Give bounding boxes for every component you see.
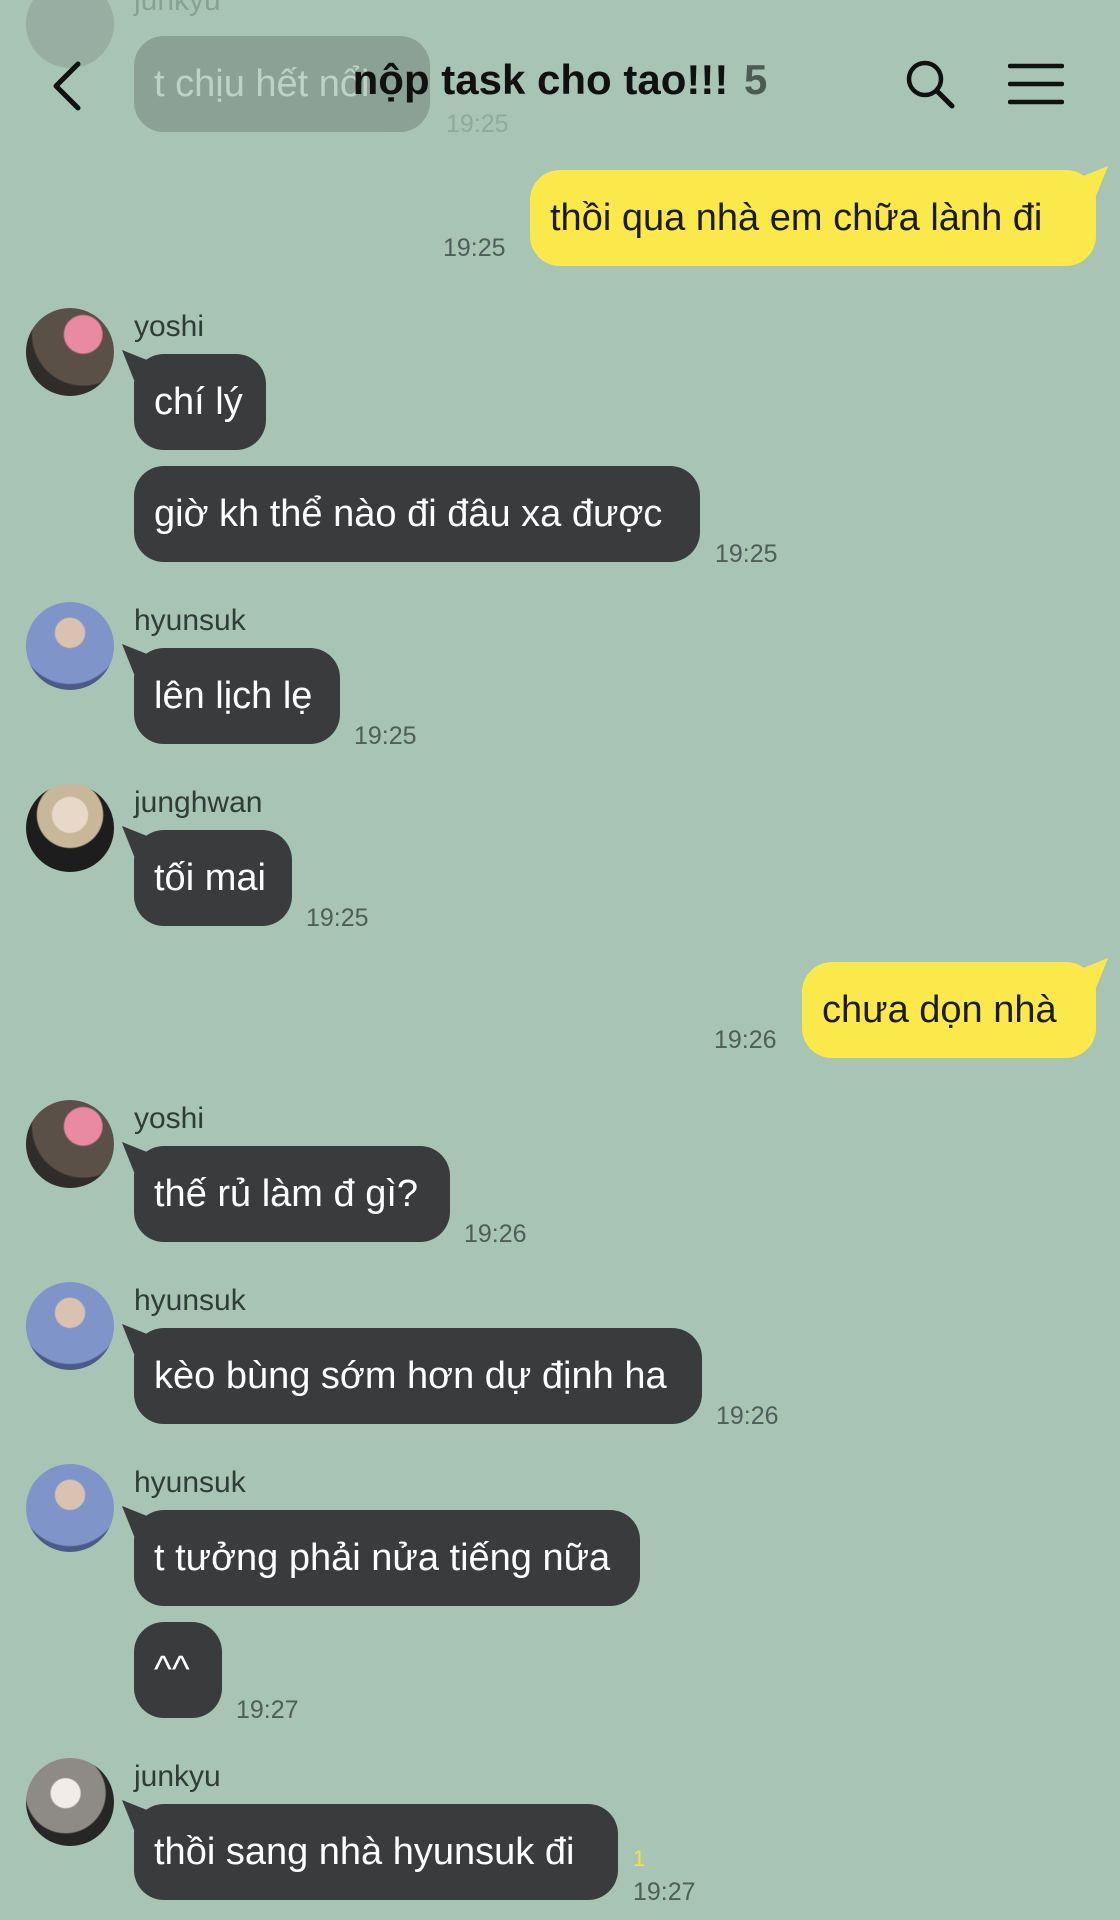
message-bubble[interactable]: lên lịch lẹ xyxy=(134,648,340,744)
message-bubble[interactable]: t tưởng phải nửa tiếng nữa xyxy=(134,1510,640,1606)
message-text: tối mai xyxy=(154,857,266,899)
sender-name: hyunsuk xyxy=(134,1466,246,1499)
message-text: thồi qua nhà em chữa lành đi xyxy=(550,197,1043,239)
message-bubble[interactable]: thế rủ làm đ gì? xyxy=(134,1146,450,1242)
menu-button[interactable] xyxy=(1007,62,1065,106)
sender-name: yoshi xyxy=(134,1102,205,1135)
message-bubble[interactable]: kèo bùng sớm hơn dự định ha xyxy=(134,1328,702,1424)
sender-name: junkyu xyxy=(134,1760,221,1793)
sender-name: junkyu xyxy=(134,0,221,17)
message-text: kèo bùng sớm hơn dự định ha xyxy=(154,1355,667,1397)
search-icon xyxy=(906,60,955,109)
message-bubble[interactable]: thồi sang nhà hyunsuk đi xyxy=(134,1804,618,1900)
message-time: 19:25 xyxy=(306,904,369,932)
message-bubble[interactable]: tối mai xyxy=(134,830,292,926)
message-time: 19:25 xyxy=(354,722,417,750)
avatar-hyunsuk[interactable] xyxy=(26,1282,114,1370)
sender-name: yoshi xyxy=(134,310,205,343)
message-text: thồi sang nhà hyunsuk đi xyxy=(154,1831,575,1873)
message-text: thế rủ làm đ gì? xyxy=(154,1173,419,1215)
avatar-junghwan[interactable] xyxy=(26,784,114,872)
message-time: 19:27 xyxy=(236,1696,299,1724)
avatar-hyunsuk[interactable] xyxy=(26,602,114,690)
member-count: 5 xyxy=(743,56,768,103)
avatar-yoshi[interactable] xyxy=(26,308,114,396)
message-bubble[interactable]: thồi qua nhà em chữa lành đi xyxy=(530,170,1096,266)
chat-name: nộp task cho tao!!! xyxy=(352,56,729,103)
message-text: ^^ xyxy=(154,1649,190,1691)
message-time: 19:27 xyxy=(633,1878,696,1906)
message-time: 19:26 xyxy=(464,1220,527,1248)
message-bubble[interactable]: ^^ xyxy=(134,1622,222,1718)
avatar-junkyu[interactable] xyxy=(26,1758,114,1846)
sender-name: junghwan xyxy=(134,786,263,819)
hamburger-menu-icon xyxy=(1007,63,1065,105)
message-time: 19:26 xyxy=(716,1402,779,1430)
message-bubble[interactable]: chưa dọn nhà xyxy=(802,962,1096,1058)
message-text: chưa dọn nhà xyxy=(822,989,1057,1031)
message-text: lên lịch lẹ xyxy=(154,675,313,717)
search-button[interactable] xyxy=(904,58,956,110)
unread-count: 1 xyxy=(633,1846,646,1871)
avatar-hyunsuk[interactable] xyxy=(26,1464,114,1552)
message-text: giờ kh thể nào đi đâu xa được xyxy=(154,493,663,535)
message-bubble[interactable]: chí lý xyxy=(134,354,266,450)
message-time: 19:25 xyxy=(715,540,778,568)
sender-name: hyunsuk xyxy=(134,604,246,637)
message-text: chí lý xyxy=(154,381,243,423)
message-time: 19:25 xyxy=(446,110,509,138)
message-text: t tưởng phải nửa tiếng nữa xyxy=(154,1537,611,1579)
message-bubble[interactable]: giờ kh thể nào đi đâu xa được xyxy=(134,466,700,562)
sender-name: hyunsuk xyxy=(134,1284,246,1317)
message-time: 19:26 xyxy=(714,1026,777,1054)
message-time: 19:25 xyxy=(443,234,506,262)
avatar-yoshi[interactable] xyxy=(26,1100,114,1188)
